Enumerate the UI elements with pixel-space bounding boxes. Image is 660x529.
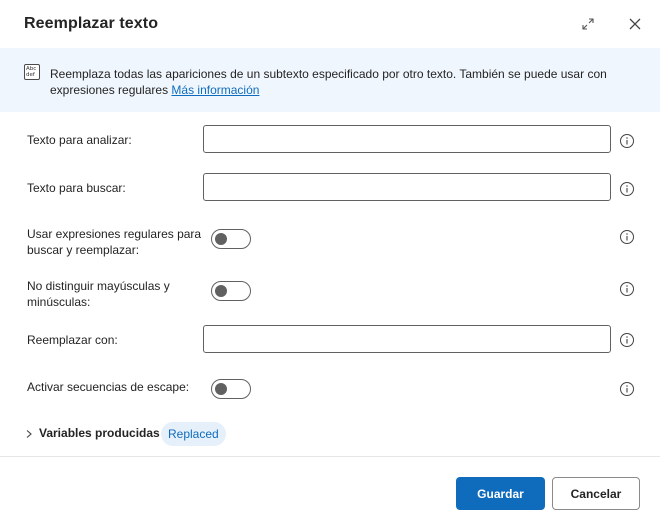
text-to-find-input[interactable] bbox=[203, 173, 611, 201]
info-circle-icon[interactable] bbox=[619, 381, 635, 397]
replace-with-label: Reemplazar con: bbox=[27, 333, 118, 347]
dialog-title: Reemplazar texto bbox=[24, 15, 159, 32]
text-abc-def-icon: Abc def bbox=[24, 64, 40, 80]
cancel-button[interactable]: Cancelar bbox=[552, 477, 640, 510]
produced-variables-label: Variables producidas bbox=[39, 426, 160, 440]
info-circle-icon[interactable] bbox=[619, 281, 635, 297]
replace-with-input[interactable] bbox=[203, 325, 611, 353]
produced-variables-toggle[interactable]: Variables producidas Replaced bbox=[24, 422, 324, 446]
info-banner: Abc def Reemplaza todas las apariciones … bbox=[0, 48, 660, 112]
icon-line-def: def bbox=[26, 72, 35, 78]
text-to-parse-input[interactable] bbox=[203, 125, 611, 153]
footer-divider bbox=[0, 456, 660, 457]
use-regex-toggle[interactable] bbox=[211, 229, 251, 249]
close-icon[interactable] bbox=[626, 15, 644, 33]
toggle-knob bbox=[215, 233, 227, 245]
info-circle-icon[interactable] bbox=[619, 181, 635, 197]
variable-badge-replaced[interactable]: Replaced bbox=[161, 422, 226, 446]
text-to-find-label: Texto para buscar: bbox=[27, 181, 126, 195]
ignore-case-toggle[interactable] bbox=[211, 281, 251, 301]
info-circle-icon[interactable] bbox=[619, 133, 635, 149]
info-circle-icon[interactable] bbox=[619, 332, 635, 348]
info-circle-icon[interactable] bbox=[619, 229, 635, 245]
escape-sequences-toggle[interactable] bbox=[211, 379, 251, 399]
info-description: Reemplaza todas las apariciones de un su… bbox=[50, 66, 640, 98]
expand-icon[interactable] bbox=[579, 15, 597, 33]
save-button[interactable]: Guardar bbox=[456, 477, 545, 510]
use-regex-label: Usar expresiones regulares para buscar y… bbox=[27, 227, 202, 257]
more-info-link[interactable]: Más información bbox=[171, 83, 259, 97]
dialog-header: Reemplazar texto bbox=[0, 0, 660, 48]
info-description-text: Reemplaza todas las apariciones de un su… bbox=[50, 67, 607, 97]
toggle-knob bbox=[215, 285, 227, 297]
text-to-parse-label: Texto para analizar: bbox=[27, 133, 132, 147]
escape-sequences-label: Activar secuencias de escape: bbox=[27, 380, 190, 394]
toggle-knob bbox=[215, 383, 227, 395]
chevron-right-icon[interactable] bbox=[24, 428, 34, 440]
ignore-case-label: No distinguir mayúsculas y minúsculas: bbox=[27, 279, 170, 309]
